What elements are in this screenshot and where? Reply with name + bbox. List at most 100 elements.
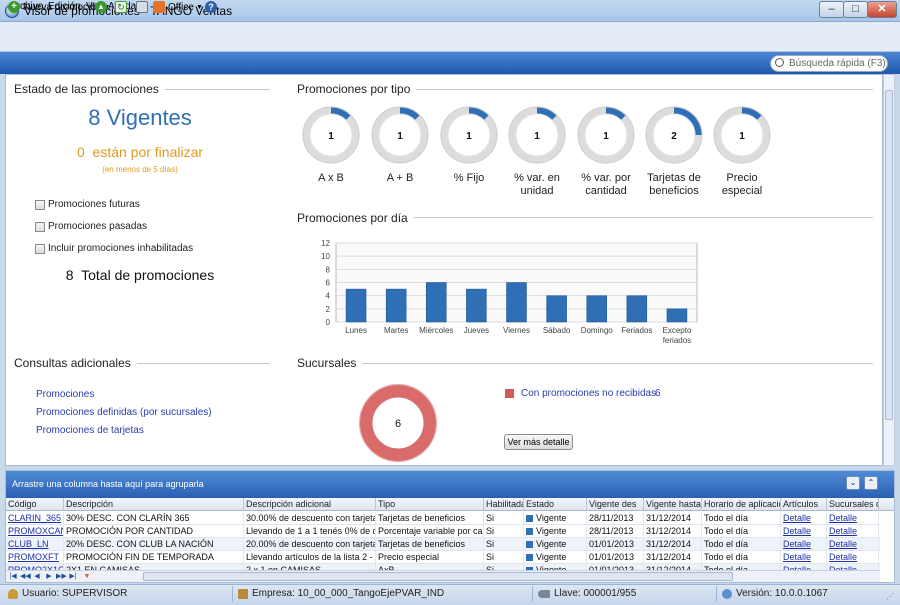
next-record-icon[interactable]: ▶ xyxy=(44,572,54,582)
link-promociones-sucursales[interactable]: Promociones definidas (por sucursales) xyxy=(36,407,212,418)
tipo-ring[interactable]: 1 xyxy=(577,106,635,164)
vigentes-summary[interactable]: 8 Vigentes xyxy=(5,105,275,131)
expand-groups-button[interactable]: ⌃ xyxy=(864,476,878,490)
checkbox-box[interactable] xyxy=(35,199,45,210)
bar[interactable] xyxy=(666,308,688,323)
cell-link[interactable]: CLARIN_365 xyxy=(6,512,64,525)
cell-link[interactable]: Detalle xyxy=(827,538,879,551)
table-cell: Todo el día xyxy=(702,525,781,538)
help-button[interactable]: ? xyxy=(205,1,217,13)
maximize-button[interactable]: □ xyxy=(843,1,868,18)
table-cell: Precio especial xyxy=(376,551,484,564)
status-text: Vigente xyxy=(536,513,567,523)
checkbox-box[interactable] xyxy=(35,221,45,232)
legend-label[interactable]: Con promociones no recibidas xyxy=(521,388,656,399)
vertical-scroll-thumb[interactable] xyxy=(885,90,893,420)
cell-link[interactable]: Detalle xyxy=(781,538,827,551)
column-header[interactable]: Tipo xyxy=(376,498,484,511)
first-record-icon[interactable]: |◀ xyxy=(8,572,18,582)
bar[interactable] xyxy=(385,288,407,323)
cell-link[interactable]: Detalle xyxy=(827,551,879,564)
column-header[interactable]: Horario de aplicación xyxy=(702,498,781,511)
next-page-icon[interactable]: ▶▶ xyxy=(56,572,67,582)
filter-icon[interactable]: ▼ xyxy=(82,572,92,582)
tipo-ring[interactable]: 1 xyxy=(713,106,771,164)
y-tick-label: 10 xyxy=(321,252,330,261)
cell-link[interactable]: Detalle xyxy=(781,551,827,564)
x-tick-label: Martes xyxy=(384,326,408,335)
help-icon: ? xyxy=(205,1,217,13)
column-header[interactable]: Descripción adicional xyxy=(244,498,376,511)
table-row[interactable]: PROMOXFT PROMOCIÓN FIN DE TEMPORADA Llevan… xyxy=(6,551,880,564)
link-promociones-tarjetas[interactable]: Promociones de tarjetas xyxy=(36,425,144,436)
cell-link[interactable]: CLUB_LN xyxy=(6,538,64,551)
bar[interactable] xyxy=(626,295,648,323)
minimize-button[interactable]: – xyxy=(819,1,844,18)
column-header[interactable]: Habilitada xyxy=(484,498,524,511)
cell-link[interactable]: Detalle xyxy=(781,512,827,525)
x-tick-label: Jueves xyxy=(464,326,489,335)
column-header[interactable]: Código xyxy=(6,498,64,511)
checkbox-promociones-futuras[interactable]: Promociones futuras xyxy=(35,199,140,210)
y-tick-label: 4 xyxy=(326,292,331,301)
link-promociones[interactable]: Promociones xyxy=(36,389,94,400)
column-header[interactable]: Vigente des xyxy=(587,498,644,511)
bar[interactable] xyxy=(426,282,447,323)
column-header[interactable]: Descripción xyxy=(64,498,244,511)
table-cell: 31/12/2014 xyxy=(644,512,702,525)
checkbox-promociones-pasadas[interactable]: Promociones pasadas xyxy=(35,221,147,232)
status-version: Versión: 10.0.0.1067 xyxy=(736,588,828,599)
column-header[interactable]: Vigente hasta xyxy=(644,498,702,511)
finalizar-summary[interactable]: 0 están por finalizar xyxy=(5,144,275,160)
table-row[interactable]: CLARIN_365 30% DESC. CON CLARÍN 365 30.00%… xyxy=(6,512,880,525)
cell-link[interactable]: PROMOXCANT xyxy=(6,525,64,538)
resize-grip-icon[interactable]: ⋰ xyxy=(886,592,894,601)
table-cell: PROMOCIÓN FIN DE TEMPORADA xyxy=(64,551,244,564)
bar[interactable] xyxy=(506,282,527,323)
table-cell: 30% DESC. CON CLARÍN 365 xyxy=(64,512,244,525)
table-cell: Si xyxy=(484,512,524,525)
cell-link[interactable]: PROMOXFT xyxy=(6,551,64,564)
y-tick-label: 12 xyxy=(321,239,330,248)
collapse-groups-button[interactable]: ⌄ xyxy=(846,476,860,490)
ver-mas-detalle-button[interactable]: Ver más detalle xyxy=(504,434,573,450)
column-header[interactable]: Sucursales des xyxy=(827,498,879,511)
section-divider xyxy=(355,363,873,364)
bar[interactable] xyxy=(546,295,567,323)
up-button[interactable]: ▲ xyxy=(95,1,107,13)
checkbox-inhabilitadas[interactable]: Incluir promociones inhabilitadas xyxy=(35,243,193,254)
cell-link[interactable]: Detalle xyxy=(781,525,827,538)
tipo-ring[interactable]: 1 xyxy=(508,106,566,164)
prev-record-icon[interactable]: ◀ xyxy=(32,572,42,582)
bar[interactable] xyxy=(586,295,607,323)
sucursales-donut[interactable]: 6 xyxy=(357,382,439,464)
last-record-icon[interactable]: ▶| xyxy=(68,572,78,582)
tipo-ring[interactable]: 1 xyxy=(440,106,498,164)
status-icon xyxy=(526,541,533,548)
cell-link[interactable]: Detalle xyxy=(827,512,879,525)
refresh-button[interactable]: ↻ xyxy=(115,1,127,13)
tipo-label: Tarjetas de beneficios xyxy=(647,172,701,197)
close-button[interactable]: ✕ xyxy=(867,1,897,18)
tipo-ring[interactable]: 1 xyxy=(302,106,360,164)
table-row[interactable]: CLUB_LN 20% DESC. CON CLUB LA NACIÓN 20.00… xyxy=(6,538,880,551)
horizontal-scroll-thumb[interactable] xyxy=(143,572,733,581)
tipo-ring[interactable]: 2 xyxy=(645,106,703,164)
bar[interactable] xyxy=(466,288,487,323)
cell-link[interactable]: Detalle xyxy=(827,525,879,538)
legend-value[interactable]: 6 xyxy=(655,388,661,399)
checkbox-box[interactable] xyxy=(35,243,45,254)
office-button[interactable]: Office ▼ xyxy=(153,1,203,13)
column-header[interactable]: Estado xyxy=(524,498,587,511)
table-row[interactable]: PROMOXCANTPROMOCIÓN POR CANTIDADLlevando… xyxy=(6,525,880,538)
prev-page-icon[interactable]: ◀◀ xyxy=(20,572,31,582)
total-summary[interactable]: 8 Total de promociones xyxy=(5,267,275,283)
print-button[interactable] xyxy=(136,1,148,13)
ring-value: 1 xyxy=(739,131,745,142)
tipo-ring[interactable]: 1 xyxy=(371,106,429,164)
table-cell: Vigente xyxy=(524,538,587,551)
quick-search-input[interactable]: Búsqueda rápida (F3) xyxy=(770,55,888,72)
column-header[interactable]: Artículos xyxy=(781,498,827,511)
bar[interactable] xyxy=(345,288,367,323)
table-cell: Vigente xyxy=(524,525,587,538)
